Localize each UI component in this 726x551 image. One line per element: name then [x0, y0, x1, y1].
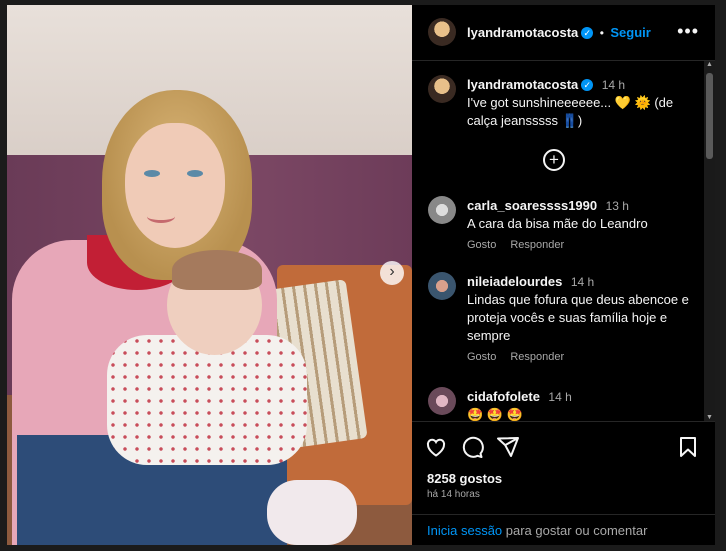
reply-button[interactable]: Responder	[510, 239, 564, 251]
avatar[interactable]	[428, 196, 456, 224]
comment-time: 13 h	[605, 199, 629, 213]
more-horizontal-icon[interactable]: •••	[677, 21, 699, 42]
comment-username[interactable]: cidafofolete	[467, 389, 540, 404]
post-dialog: › lyandramotacosta ✓ • Seguir ••• lyandra…	[7, 5, 715, 545]
verified-icon: ✓	[581, 26, 594, 39]
scroll-thumb[interactable]	[706, 73, 713, 159]
next-image-button[interactable]: ›	[380, 261, 404, 285]
avatar[interactable]	[428, 272, 456, 300]
comments-scrollbar[interactable]: ▲ ▼	[704, 61, 715, 421]
caption-time: 14 h	[601, 78, 626, 92]
verified-icon: ✓	[581, 78, 594, 91]
reply-button[interactable]: Responder	[510, 351, 564, 363]
comment-text: 🤩 🤩 🤩	[467, 407, 523, 421]
avatar[interactable]	[428, 75, 456, 103]
scroll-down-icon[interactable]: ▼	[706, 414, 713, 421]
comment-username[interactable]: carla_soaressss1990	[467, 198, 597, 213]
bookmark-icon[interactable]	[676, 435, 700, 459]
likes-count[interactable]: 8258 gostos	[427, 471, 502, 486]
login-prompt: Inicia sessão para gostar ou comentar	[412, 514, 715, 547]
comment-username[interactable]: nileiadelourdes	[467, 274, 562, 289]
comment-time: 14 h	[548, 390, 572, 404]
comment-icon[interactable]	[460, 435, 484, 459]
post-header: lyandramotacosta ✓ • Seguir •••	[412, 5, 715, 61]
avatar[interactable]	[428, 387, 456, 415]
avatar[interactable]	[428, 18, 456, 46]
share-icon[interactable]	[496, 435, 520, 459]
post-actions: 8258 gostos há 14 horas Inicia sessão pa…	[412, 421, 715, 546]
post-timestamp[interactable]: há 14 horas	[427, 489, 480, 500]
comments-list: lyandramotacosta ✓ 14 h I've got sunshine…	[412, 61, 704, 421]
caption-text: I've got sunshineeeeee... 💛 🌞 (de calça …	[467, 95, 674, 128]
comment-text: A cara da bisa mãe do Leandro	[467, 216, 648, 231]
like-comment-button[interactable]: Gosto	[467, 351, 496, 363]
author-username[interactable]: lyandramotacosta	[467, 25, 578, 40]
like-comment-button[interactable]: Gosto	[467, 239, 496, 251]
login-prompt-text: para gostar ou comentar	[502, 523, 648, 538]
post-sidebar: lyandramotacosta ✓ • Seguir ••• lyandramo…	[412, 5, 715, 545]
caption-username[interactable]: lyandramotacosta	[467, 77, 578, 92]
post-photo[interactable]: ›	[7, 5, 412, 545]
follow-button[interactable]: Seguir	[610, 25, 650, 40]
comment-text: Lindas que fofura que deus abencoe e pro…	[467, 292, 689, 343]
login-link[interactable]: Inicia sessão	[427, 523, 502, 538]
plus-circle-icon[interactable]: +	[543, 149, 565, 171]
comment-time: 14 h	[570, 275, 595, 289]
heart-icon[interactable]	[424, 435, 448, 459]
scroll-up-icon[interactable]: ▲	[706, 61, 713, 68]
